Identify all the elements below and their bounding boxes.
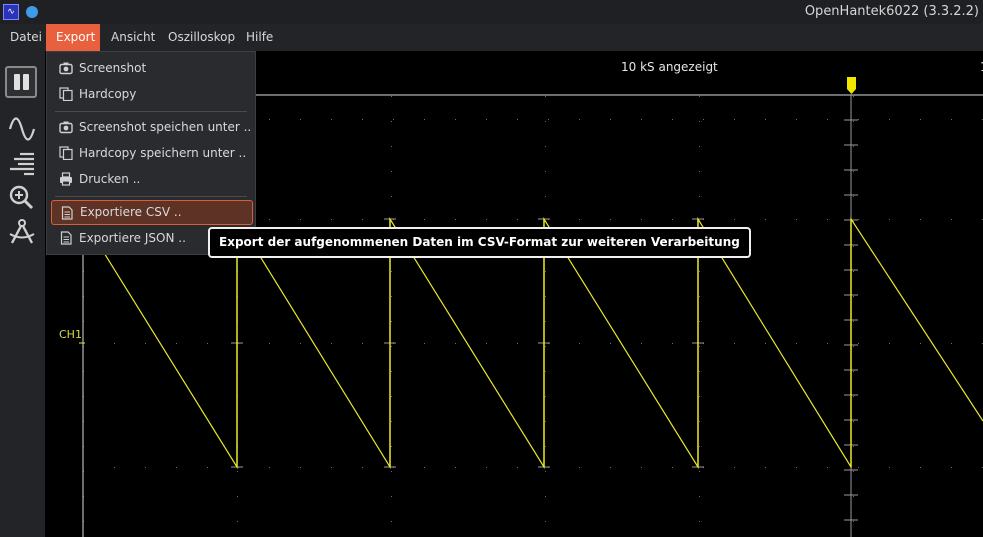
trigger-position-marker [847, 77, 856, 94]
menu-item-label: Hardcopy speichern unter .. [79, 146, 247, 160]
menu-item-hardcopy[interactable]: Hardcopy [51, 82, 253, 107]
export-csv-tooltip: Export der aufgenommenen Daten im CSV-Fo… [208, 227, 751, 258]
menu-item-print[interactable]: Drucken .. [51, 167, 253, 192]
printer-icon [60, 172, 72, 186]
waveform-icon[interactable] [6, 113, 38, 145]
menu-item-export-csv[interactable]: Exportiere CSV .. [51, 200, 253, 225]
menu-item-label: Hardcopy [79, 87, 137, 101]
pause-button[interactable] [5, 66, 37, 98]
menu-item-label: Screenshot speichen unter .. [79, 120, 252, 134]
menu-item-screenshot[interactable]: Screenshot [51, 56, 253, 81]
export-menu: Screenshot Hardcopy Screenshot speichen … [46, 51, 256, 255]
document-icon [61, 206, 73, 220]
title-bar: ∿ OpenHantek6022 (3.3.2.2) [0, 0, 983, 24]
measure-compass-icon[interactable] [6, 215, 38, 247]
camera-icon [59, 62, 73, 75]
menu-item-label: Exportiere JSON .. [79, 231, 186, 245]
channel-1-label: CH1 [59, 328, 82, 341]
menu-item-label: Screenshot [79, 61, 147, 75]
copy-icon [59, 87, 73, 101]
menu-hilfe[interactable]: Hilfe [236, 24, 283, 51]
copy-icon [59, 146, 73, 160]
menu-item-screenshot-save-as[interactable]: Screenshot speichen unter .. [51, 115, 253, 140]
window-title: OpenHantek6022 (3.3.2.2) [804, 4, 979, 19]
menu-item-label: Exportiere CSV .. [80, 205, 182, 219]
menu-item-label: Drucken .. [79, 172, 141, 186]
oscilloscope-app-icon: ∿ [3, 4, 19, 20]
zoom-in-icon[interactable] [6, 181, 38, 213]
camera-icon [59, 121, 73, 134]
menu-item-hardcopy-save-as[interactable]: Hardcopy speichern unter .. [51, 141, 253, 166]
channel-lines-icon[interactable] [6, 147, 38, 179]
menu-separator [55, 111, 247, 112]
menu-datei[interactable]: Datei [0, 24, 52, 51]
samples-shown-label: 10 kS angezeigt [621, 60, 718, 74]
window-menu-dot[interactable] [26, 6, 38, 18]
menu-export[interactable]: Export [46, 24, 100, 51]
menu-ansicht[interactable]: Ansicht [101, 24, 165, 51]
menu-separator [55, 196, 247, 197]
menu-oszilloskop[interactable]: Oszilloskop [158, 24, 245, 51]
left-toolbar [0, 51, 45, 537]
menu-bar: Datei Export Ansicht Oszilloskop Hilfe [0, 24, 983, 51]
document-icon [60, 231, 72, 245]
